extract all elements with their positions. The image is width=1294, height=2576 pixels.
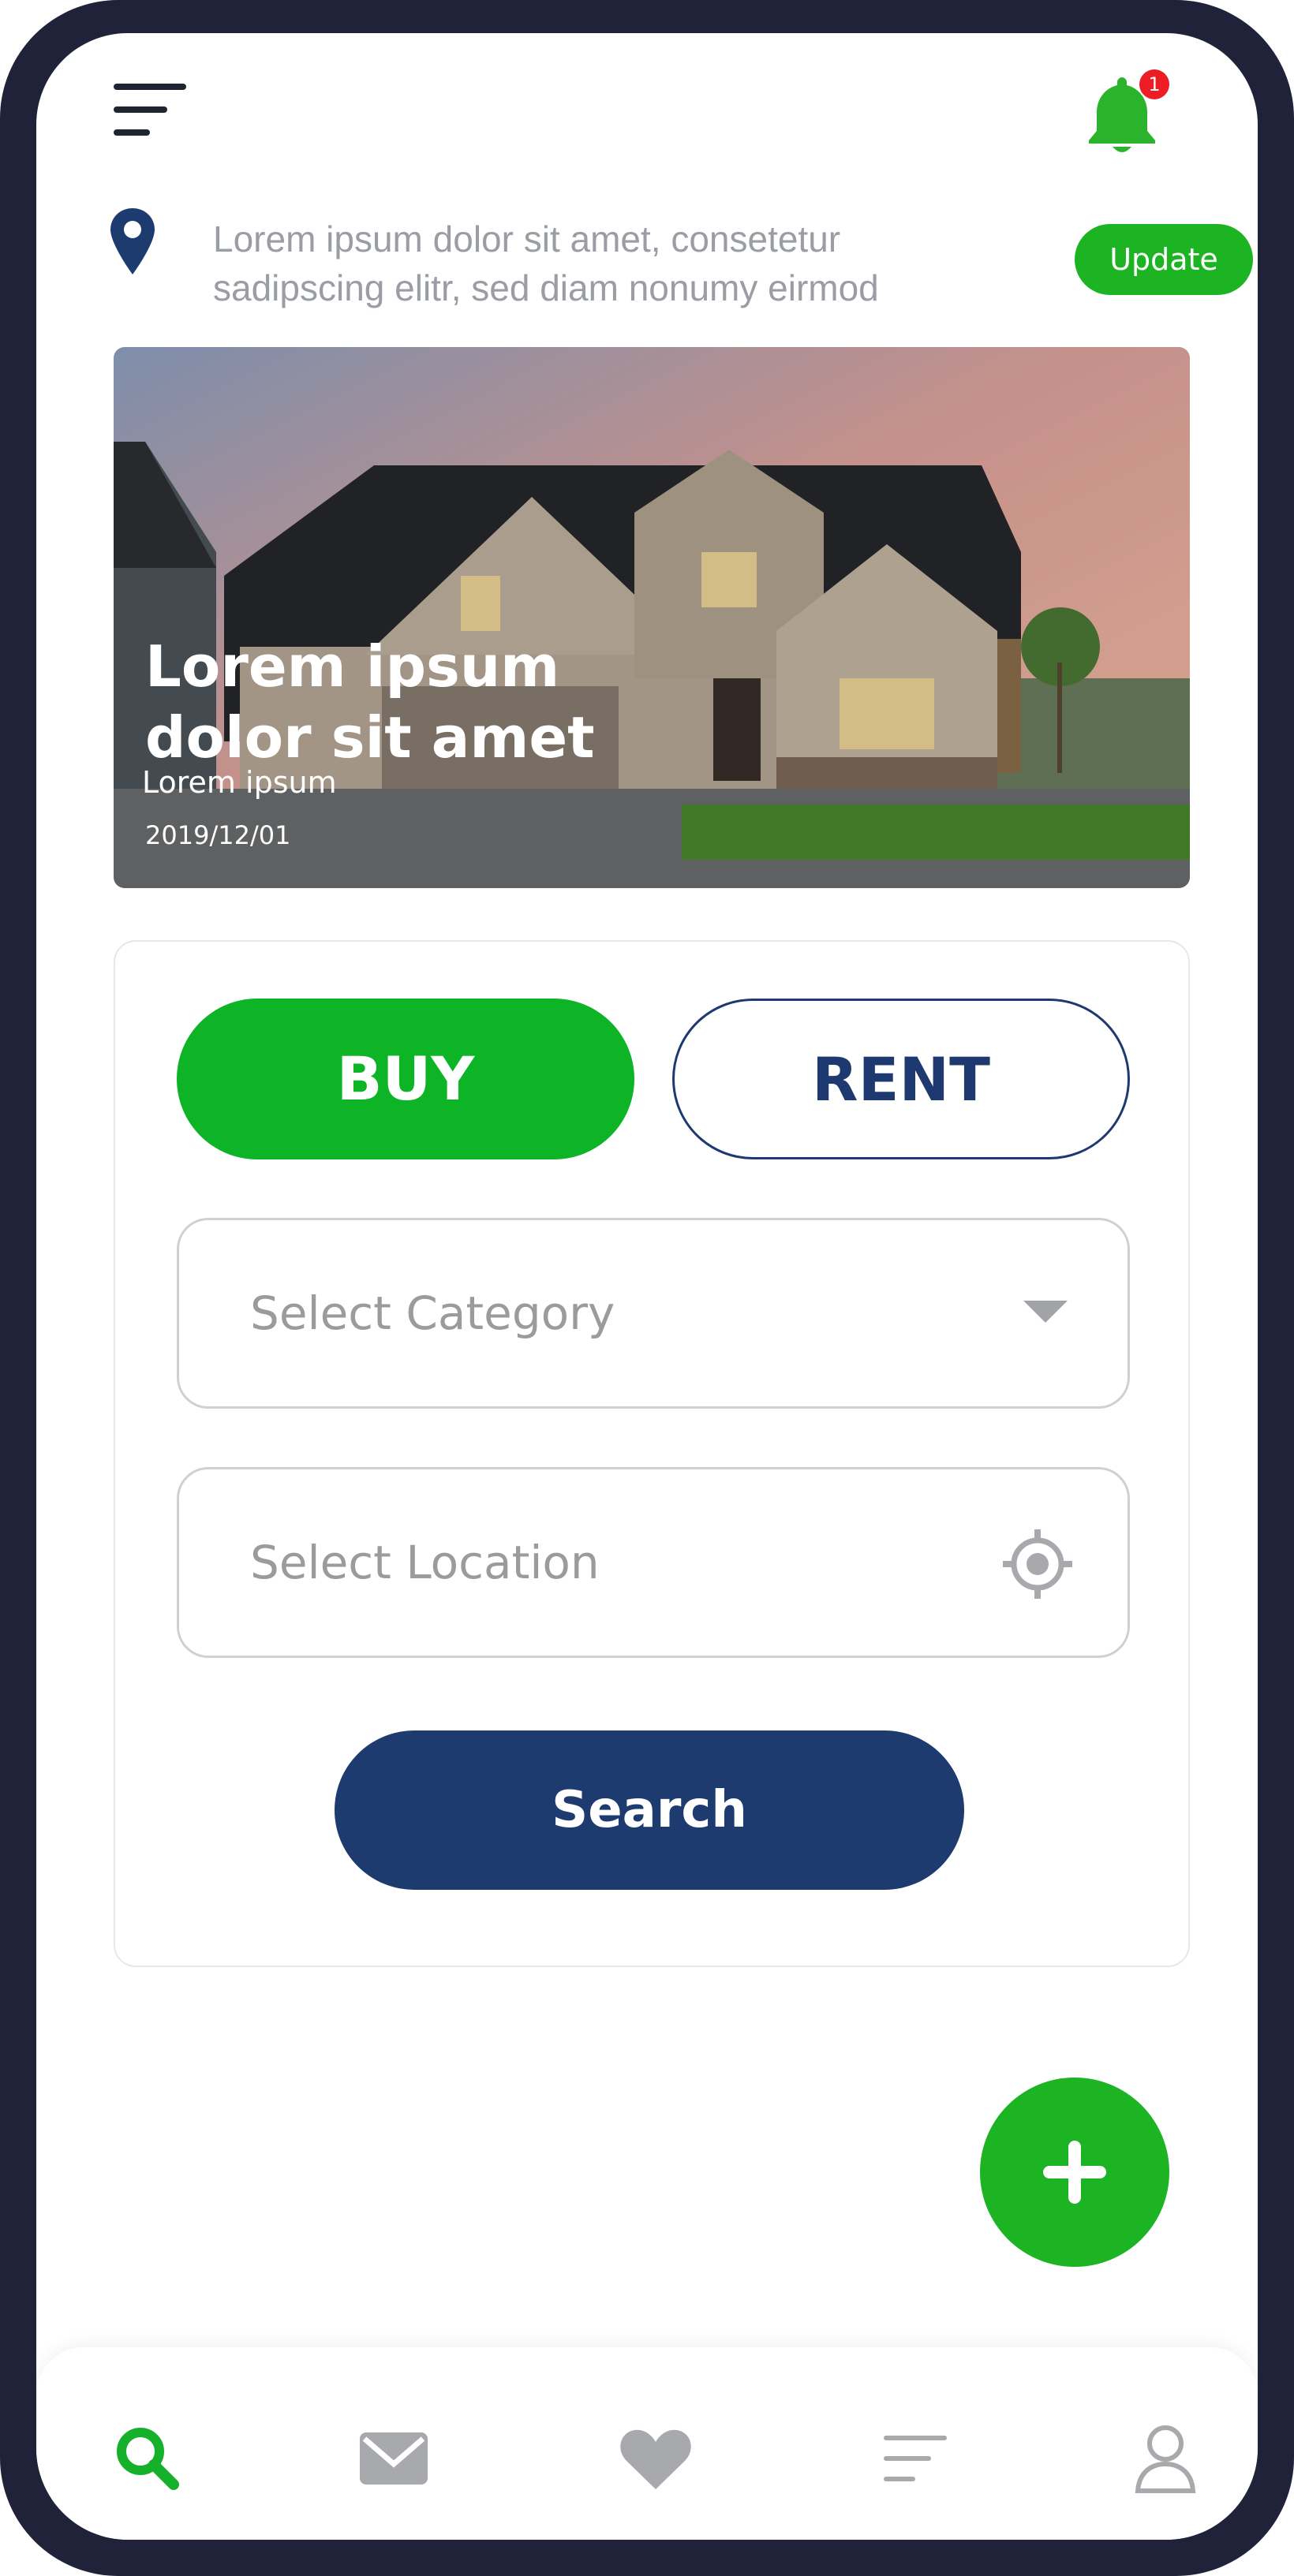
nav-search[interactable] bbox=[104, 2415, 191, 2502]
buy-tab[interactable]: BUY bbox=[177, 999, 634, 1159]
update-location-button[interactable]: Update bbox=[1075, 224, 1253, 295]
chevron-down-icon bbox=[1023, 1301, 1068, 1323]
category-placeholder: Select Category bbox=[250, 1286, 615, 1340]
hero-date: 2019/12/01 bbox=[145, 820, 291, 850]
current-address: Lorem ipsum dolor sit amet, consetetur s… bbox=[213, 218, 879, 308]
nav-profile[interactable] bbox=[1122, 2415, 1209, 2502]
hero-subtitle: Lorem ipsum bbox=[142, 765, 337, 800]
location-placeholder: Select Location bbox=[250, 1536, 600, 1589]
notification-button[interactable]: 1 bbox=[1075, 66, 1169, 161]
location-select[interactable]: Select Location bbox=[177, 1467, 1130, 1658]
add-listing-button[interactable] bbox=[980, 2078, 1169, 2267]
gps-target-icon[interactable] bbox=[1000, 1526, 1075, 1602]
search-button[interactable]: Search bbox=[335, 1730, 964, 1890]
rent-tab[interactable]: RENT bbox=[672, 999, 1130, 1159]
bottom-navigation bbox=[36, 2347, 1258, 2540]
heart-icon bbox=[620, 2429, 691, 2489]
map-pin-icon bbox=[110, 208, 155, 274]
house-image bbox=[114, 347, 1190, 888]
location-bar: Lorem ipsum dolor sit amet, consetetur s… bbox=[110, 183, 1253, 325]
nav-favorites[interactable] bbox=[612, 2415, 699, 2502]
phone-frame: 1 Lorem ipsum dolor sit amet, consetetur… bbox=[0, 0, 1294, 2576]
notification-count-badge: 1 bbox=[1139, 69, 1169, 99]
hamburger-menu-icon[interactable] bbox=[114, 82, 186, 137]
nav-messages[interactable] bbox=[350, 2415, 437, 2502]
category-select[interactable]: Select Category bbox=[177, 1218, 1130, 1409]
search-icon bbox=[117, 2428, 179, 2490]
app-screen: 1 Lorem ipsum dolor sit amet, consetetur… bbox=[36, 33, 1258, 2540]
featured-property-card[interactable]: Lorem ipsum dolor sit amet Lorem ipsum 2… bbox=[114, 347, 1190, 888]
mail-icon bbox=[360, 2432, 428, 2485]
property-search-panel: BUY RENT Select Category Select Location… bbox=[114, 940, 1190, 1967]
nav-list[interactable] bbox=[871, 2415, 958, 2502]
hero-title: Lorem ipsum dolor sit amet bbox=[145, 633, 595, 771]
list-icon bbox=[884, 2436, 947, 2481]
user-icon bbox=[1135, 2425, 1196, 2493]
